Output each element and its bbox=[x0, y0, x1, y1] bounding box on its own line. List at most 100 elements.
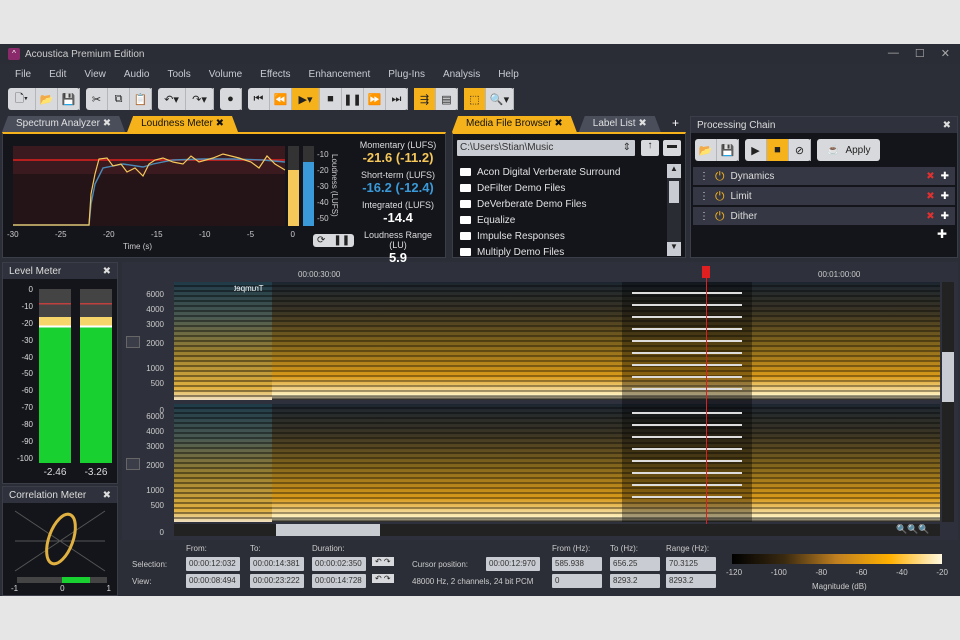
spectrogram-view[interactable]: 00:00:30:00 00:01:00:00 6000 4000 3000 2000… bbox=[122, 262, 958, 540]
cursor-field[interactable]: 00:00:12:970 bbox=[486, 557, 540, 571]
menu-tools[interactable]: Tools bbox=[158, 69, 199, 80]
rewind-button[interactable]: ⏪ bbox=[270, 88, 292, 110]
menu-edit[interactable]: Edit bbox=[40, 69, 75, 80]
chain-item-limit[interactable]: ⋮ ⏻ Limit ✖ ✚ bbox=[693, 187, 955, 205]
copy-button[interactable]: ⧉ bbox=[108, 88, 130, 110]
view-duration-field[interactable]: 00:00:14:728 bbox=[312, 574, 366, 588]
add-icon[interactable]: ✚ bbox=[941, 191, 949, 202]
drag-handle-icon[interactable]: ⋮ bbox=[699, 191, 709, 202]
add-icon[interactable]: ✚ bbox=[941, 171, 949, 182]
scroll-up-icon[interactable]: ▲ bbox=[667, 164, 681, 178]
new-file-button[interactable]: 🗋▾ bbox=[8, 88, 36, 110]
menu-effects[interactable]: Effects bbox=[251, 69, 299, 80]
view-from-field[interactable]: 00:00:08:494 bbox=[186, 574, 240, 588]
new-folder-button[interactable]: ▬ bbox=[663, 140, 681, 156]
minimize-icon[interactable]: — bbox=[888, 47, 899, 60]
go-end-button[interactable]: ⏭ bbox=[386, 88, 408, 110]
view-from-hz-field[interactable]: 0 bbox=[552, 574, 602, 588]
reset-button[interactable]: ⟳ bbox=[313, 234, 329, 247]
scrub-button[interactable]: ⇶ bbox=[414, 88, 436, 110]
sel-to-hz-field[interactable]: 656.25 bbox=[610, 557, 660, 571]
menu-audio[interactable]: Audio bbox=[115, 69, 159, 80]
chain-item-dither[interactable]: ⋮ ⏻ Dither ✖ ✚ bbox=[693, 207, 955, 225]
list-item[interactable]: Impulse Responses bbox=[455, 228, 665, 244]
path-select[interactable]: C:\Users\Stian\Music ⇕ bbox=[457, 140, 635, 156]
list-item[interactable]: DeFilter Demo Files bbox=[455, 180, 665, 196]
selection-from-field[interactable]: 00:00:12:032 bbox=[186, 557, 240, 571]
drag-handle-icon[interactable]: ⋮ bbox=[699, 171, 709, 182]
chain-item-dynamics[interactable]: ⋮ ⏻ Dynamics ✖ ✚ bbox=[693, 167, 955, 185]
power-icon[interactable]: ⏻ bbox=[715, 189, 725, 204]
sel-range-hz-field[interactable]: 70.3125 bbox=[666, 557, 716, 571]
maximize-icon[interactable]: ☐ bbox=[915, 47, 925, 60]
chain-stop-button[interactable]: ■ bbox=[767, 139, 789, 161]
close-panel-icon[interactable]: ✖ bbox=[103, 266, 111, 277]
tab-label-list[interactable]: Label List ✖ bbox=[579, 116, 661, 132]
view-undo-redo[interactable]: ↶ ↷ bbox=[372, 574, 394, 583]
chain-play-button[interactable]: ▶ bbox=[745, 139, 767, 161]
close-panel-icon[interactable]: ✖ bbox=[943, 120, 951, 131]
selection-to-field[interactable]: 00:00:14:381 bbox=[250, 557, 304, 571]
up-folder-button[interactable]: ↑ bbox=[641, 140, 659, 156]
go-start-button[interactable]: ⏮ bbox=[248, 88, 270, 110]
drag-handle-icon[interactable]: ⋮ bbox=[699, 211, 709, 222]
selection-undo-redo[interactable]: ↶ ↷ bbox=[372, 557, 394, 566]
open-button[interactable]: 📂 bbox=[36, 88, 58, 110]
open-chain-button[interactable]: 📂 bbox=[695, 139, 717, 161]
view-range-hz-field[interactable]: 8293.2 bbox=[666, 574, 716, 588]
record-button[interactable]: ● bbox=[220, 88, 242, 110]
pause-button[interactable]: ❚❚ bbox=[342, 88, 364, 110]
redo-button[interactable]: ↷▾ bbox=[186, 88, 214, 110]
view-to-hz-field[interactable]: 8293.2 bbox=[610, 574, 660, 588]
menu-plugins[interactable]: Plug-Ins bbox=[379, 69, 434, 80]
power-icon[interactable]: ⏻ bbox=[715, 169, 725, 184]
pause-meter-button[interactable]: ❚❚ bbox=[329, 234, 354, 247]
save-button[interactable]: 💾 bbox=[58, 88, 80, 110]
bypass-button[interactable]: ⊘ bbox=[789, 139, 811, 161]
remove-icon[interactable]: ✖ bbox=[926, 171, 934, 182]
cut-button[interactable]: ✂ bbox=[86, 88, 108, 110]
save-chain-button[interactable]: 💾 bbox=[717, 139, 739, 161]
paste-button[interactable]: 📋 bbox=[130, 88, 152, 110]
spectrogram-view-button[interactable]: ▤ bbox=[436, 88, 458, 110]
apply-button[interactable]: ☕ Apply bbox=[817, 139, 881, 161]
menu-view[interactable]: View bbox=[75, 69, 115, 80]
add-effect-icon[interactable]: ✚ bbox=[693, 227, 955, 241]
add-tab-icon[interactable]: + bbox=[672, 116, 679, 130]
menu-help[interactable]: Help bbox=[489, 69, 528, 80]
list-item[interactable]: Multiply Demo Files bbox=[455, 244, 665, 260]
scroll-down-icon[interactable]: ▼ bbox=[667, 242, 681, 256]
play-button[interactable]: ▶▾ bbox=[292, 88, 320, 110]
menu-volume[interactable]: Volume bbox=[200, 69, 251, 80]
horizontal-scrollbar[interactable] bbox=[174, 524, 940, 536]
tab-media-file-browser[interactable]: Media File Browser ✖ bbox=[452, 116, 577, 132]
zoom-tool-button[interactable]: 🔍▾ bbox=[486, 88, 514, 110]
add-icon[interactable]: ✚ bbox=[941, 211, 949, 222]
zoom-buttons[interactable]: 🔍🔍🔍 bbox=[896, 524, 930, 535]
power-icon[interactable]: ⏻ bbox=[715, 209, 725, 224]
close-icon[interactable]: ✕ bbox=[941, 47, 950, 60]
tab-loudness-meter[interactable]: Loudness Meter ✖ bbox=[127, 116, 238, 132]
sel-from-hz-field[interactable]: 585.938 bbox=[552, 557, 602, 571]
list-item[interactable]: DeVerberate Demo Files bbox=[455, 196, 665, 212]
select-tool-button[interactable]: ⬚ bbox=[464, 88, 486, 110]
selection-region[interactable] bbox=[622, 282, 752, 522]
undo-button[interactable]: ↶▾ bbox=[158, 88, 186, 110]
view-to-field[interactable]: 00:00:23:222 bbox=[250, 574, 304, 588]
fast-forward-button[interactable]: ⏩ bbox=[364, 88, 386, 110]
file-list-scrollbar[interactable]: ▲ ▼ bbox=[667, 164, 681, 256]
menu-file[interactable]: File bbox=[6, 69, 40, 80]
menu-analysis[interactable]: Analysis bbox=[434, 69, 489, 80]
scroll-thumb[interactable] bbox=[669, 181, 679, 203]
list-item[interactable]: Equalize bbox=[455, 212, 665, 228]
stop-button[interactable]: ■ bbox=[320, 88, 342, 110]
close-panel-icon[interactable]: ✖ bbox=[103, 490, 111, 501]
remove-icon[interactable]: ✖ bbox=[926, 211, 934, 222]
menu-enhancement[interactable]: Enhancement bbox=[300, 69, 380, 80]
list-item[interactable]: Acon Digital Verberate Surround bbox=[455, 164, 665, 180]
vertical-scrollbar[interactable] bbox=[942, 282, 954, 522]
tab-spectrum-analyzer[interactable]: Spectrum Analyzer ✖ bbox=[2, 116, 125, 132]
selection-duration-field[interactable]: 00:00:02:350 bbox=[312, 557, 366, 571]
playhead-marker[interactable] bbox=[702, 266, 710, 278]
remove-icon[interactable]: ✖ bbox=[926, 191, 934, 202]
